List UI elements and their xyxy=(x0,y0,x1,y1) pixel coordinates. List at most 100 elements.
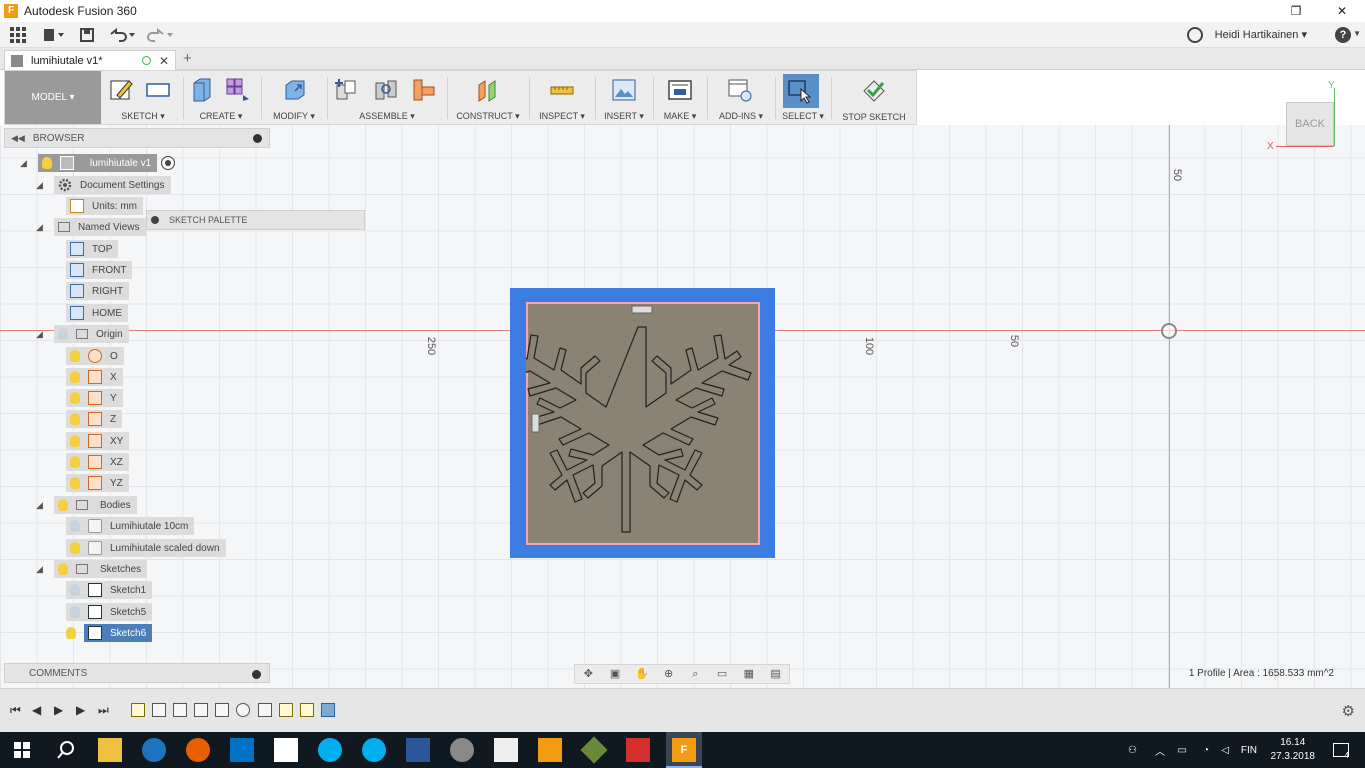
clock[interactable]: 16.14 27.3.2018 xyxy=(1271,736,1316,764)
visibility-bulb-icon[interactable] xyxy=(70,477,80,489)
job-status-clock-icon[interactable] xyxy=(1187,27,1203,43)
git-icon[interactable] xyxy=(580,736,608,764)
windows-start-icon[interactable] xyxy=(10,738,34,762)
expand-triangle-icon[interactable]: ◢ xyxy=(36,180,46,191)
expand-triangle-icon[interactable]: ◢ xyxy=(36,329,46,340)
workspace-switcher[interactable]: MODEL ▾ xyxy=(5,71,101,124)
timeline-sketch-feature[interactable] xyxy=(131,703,145,717)
select-group[interactable]: SELECT ▾ xyxy=(777,71,829,124)
tree-sketch-5[interactable]: Sketch5 xyxy=(66,603,153,621)
redo-button[interactable] xyxy=(142,22,178,48)
visibility-bulb-icon[interactable] xyxy=(70,435,80,447)
go-to-end-icon[interactable]: ⏭ xyxy=(98,703,109,718)
tree-origin-xy[interactable]: XY xyxy=(66,432,130,450)
help-icon[interactable]: ? xyxy=(1335,27,1351,43)
visibility-bulb-icon[interactable] xyxy=(70,350,80,362)
expand-triangle-icon[interactable]: ◢ xyxy=(20,158,30,169)
sketch-group[interactable]: SKETCH ▾ xyxy=(105,71,181,124)
volume-icon[interactable]: ◁ xyxy=(1221,732,1229,768)
sketch-palette-header[interactable]: SKETCH PALETTE xyxy=(146,210,365,230)
timeline-joint-feature[interactable] xyxy=(236,703,250,717)
tree-origin-point[interactable]: O xyxy=(66,347,124,365)
file-menu-button[interactable] xyxy=(36,22,72,48)
step-back-icon[interactable]: ◀ xyxy=(32,703,41,717)
origin-point-icon[interactable] xyxy=(1161,323,1177,339)
grid-settings-icon[interactable]: ▦ xyxy=(742,667,756,681)
sticky-notes-icon[interactable] xyxy=(274,738,298,762)
tree-view-home[interactable]: HOME xyxy=(66,304,128,322)
tree-view-front[interactable]: FRONT xyxy=(66,261,133,279)
close-tab-button[interactable]: ✕ xyxy=(159,54,169,68)
pan-hand-icon[interactable]: ✋ xyxy=(635,667,649,681)
save-button[interactable] xyxy=(72,22,102,48)
battery-icon[interactable]: ▭ xyxy=(1178,732,1187,768)
tree-root[interactable]: ◢ lumihiutale v1 xyxy=(20,154,176,172)
tree-origin-xz[interactable]: XZ xyxy=(66,453,129,471)
palette-pin-icon[interactable] xyxy=(151,216,159,224)
expand-triangle-icon[interactable]: ◢ xyxy=(36,500,46,511)
create-group[interactable]: CREATE ▾ xyxy=(185,71,257,124)
timeline-extrude-feature[interactable] xyxy=(194,703,208,717)
visibility-bulb-icon[interactable] xyxy=(70,520,80,532)
restore-button[interactable]: ❐ xyxy=(1273,0,1319,22)
go-to-start-icon[interactable]: ⏮ xyxy=(10,703,21,718)
tree-origin-yz[interactable]: YZ xyxy=(66,474,129,492)
skype-icon[interactable] xyxy=(362,738,386,762)
comments-panel-header[interactable]: COMMENTS xyxy=(4,663,270,683)
visibility-bulb-icon[interactable] xyxy=(42,157,52,169)
outlook-icon[interactable] xyxy=(230,738,254,762)
display-settings-icon[interactable]: ▭ xyxy=(715,667,729,681)
data-panel-button[interactable] xyxy=(0,22,36,48)
timeline-sketch-feature[interactable] xyxy=(300,703,314,717)
new-tab-button[interactable]: + xyxy=(183,50,192,67)
document-tab[interactable]: lumihiutale v1* ✕ xyxy=(4,50,176,70)
timeline-extrude-feature[interactable] xyxy=(152,703,166,717)
viewports-icon[interactable]: ▤ xyxy=(769,667,783,681)
assemble-group[interactable]: ASSEMBLE ▾ xyxy=(329,71,445,124)
tree-bodies[interactable]: ◢ Bodies xyxy=(36,496,137,514)
play-icon[interactable]: ▶ xyxy=(54,703,63,717)
snowflake-sketch[interactable] xyxy=(526,302,760,545)
tree-sketches[interactable]: ◢ Sketches xyxy=(36,560,148,578)
orbit-icon[interactable]: ✥ xyxy=(581,667,595,681)
tree-origin-x[interactable]: X xyxy=(66,368,123,386)
expand-triangle-icon[interactable]: ◢ xyxy=(36,564,46,575)
addins-group[interactable]: ADD-INS ▾ xyxy=(709,71,773,124)
timeline-sketch-feature[interactable] xyxy=(279,703,293,717)
tree-body-2[interactable]: Lumihiutale scaled down xyxy=(66,539,226,557)
tree-sketch-6[interactable]: Sketch6 xyxy=(66,624,153,642)
inkscape-icon[interactable] xyxy=(450,738,474,762)
tree-origin-y[interactable]: Y xyxy=(66,389,123,407)
tree-origin-z[interactable]: Z xyxy=(66,410,123,428)
tree-named-views[interactable]: ◢ Named Views xyxy=(36,218,146,236)
visibility-bulb-icon[interactable] xyxy=(58,328,68,340)
fusion-taskbar-button[interactable]: F xyxy=(666,732,702,768)
browser-header[interactable]: ◀◀ BROWSER xyxy=(4,128,270,148)
tree-body-1[interactable]: Lumihiutale 10cm xyxy=(66,517,195,535)
modify-group[interactable]: MODIFY ▾ xyxy=(263,71,325,124)
show-hidden-icons[interactable]: ︿ xyxy=(1155,732,1165,768)
tree-sketch-1[interactable]: Sketch1 xyxy=(66,581,153,599)
timeline-settings-gear-icon[interactable]: ⚙ xyxy=(1342,702,1355,720)
pin-icon[interactable] xyxy=(252,670,261,679)
file-explorer-icon[interactable] xyxy=(98,738,122,762)
visibility-bulb-icon[interactable] xyxy=(70,542,80,554)
timeline-extrude-feature[interactable] xyxy=(173,703,187,717)
sublime-text-icon[interactable] xyxy=(538,738,562,762)
edge-browser-icon[interactable] xyxy=(142,738,166,762)
activate-radio-icon[interactable] xyxy=(161,156,176,170)
visibility-bulb-icon[interactable] xyxy=(70,371,80,383)
fit-zoom-icon[interactable]: ⌕ xyxy=(688,667,702,681)
undo-button[interactable] xyxy=(102,22,142,48)
firefox-icon[interactable] xyxy=(186,738,210,762)
inspect-group[interactable]: INSPECT ▾ xyxy=(531,71,593,124)
language-indicator[interactable]: FIN xyxy=(1241,732,1257,768)
timeline-move-feature[interactable] xyxy=(258,703,272,717)
expand-triangle-icon[interactable]: ◢ xyxy=(36,222,46,233)
skype-business-icon[interactable] xyxy=(318,738,342,762)
word-icon[interactable] xyxy=(406,738,430,762)
look-at-icon[interactable]: ▣ xyxy=(608,667,622,681)
network-icon[interactable]: ◔ xyxy=(1203,732,1209,768)
tree-origin[interactable]: ◢ Origin xyxy=(36,325,129,343)
visibility-bulb-icon[interactable] xyxy=(70,584,80,596)
